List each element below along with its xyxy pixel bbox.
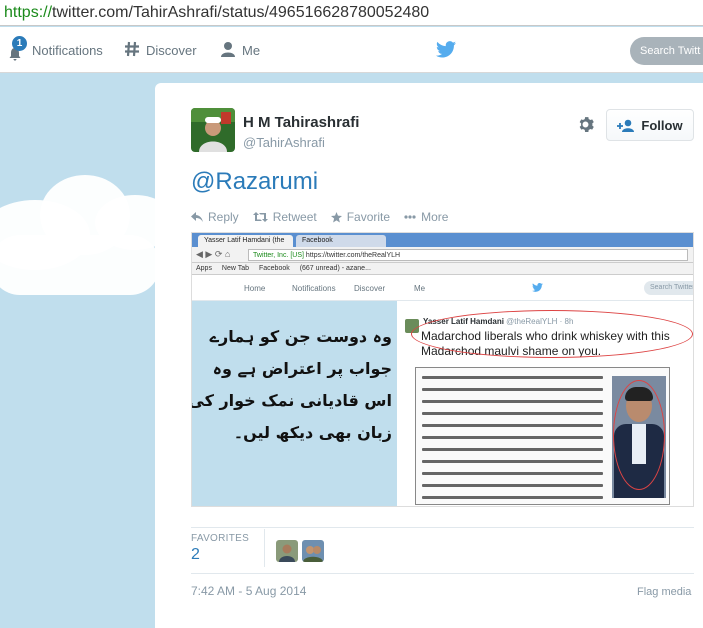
hashtag-icon <box>124 41 140 60</box>
media-url-secure: Twitter, Inc. [US] <box>253 252 304 259</box>
favoriter-avatar[interactable] <box>276 540 298 562</box>
user-screen-name[interactable]: @TahirAshrafi <box>243 135 325 150</box>
retweet-action[interactable]: Retweet <box>252 210 317 224</box>
media-portrait-photo <box>612 376 666 498</box>
tweet-text[interactable]: @Razarumi <box>191 168 318 196</box>
nav-discover-label: Discover <box>146 42 197 58</box>
nav-notifications-label: Notifications <box>32 42 103 58</box>
favorites-label: FAVORITES <box>191 533 250 544</box>
media-nav-arrows-icon: ◀ ▶ ⟳ ⌂ <box>196 249 231 259</box>
media-twitter-bird-icon <box>532 283 543 292</box>
highlight-oval <box>613 380 665 490</box>
urdu-line: اس قادیانی نمک خوار کی <box>191 391 392 410</box>
favorite-label: Favorite <box>346 210 391 224</box>
media-url-path: https://twitter.com/theRealYLH <box>305 252 401 259</box>
favorites-count[interactable]: 2 <box>191 546 200 564</box>
add-user-icon <box>617 119 635 132</box>
media-nav-notifications: Notifications <box>292 284 336 293</box>
stats-divider <box>191 527 694 528</box>
urdu-line: وہ دوست جن کو ہمارے <box>209 327 392 346</box>
person-icon <box>220 41 236 60</box>
text-line <box>422 424 603 427</box>
text-line <box>422 496 603 499</box>
media-address-bar: ◀ ▶ ⟳ ⌂ Twitter, Inc. [US] https://twitt… <box>192 247 693 263</box>
media-twitter-nav: Home Notifications Discover Me Search Tw… <box>192 275 693 301</box>
url-text[interactable]: https://twitter.com/TahirAshrafi/status/… <box>4 4 429 22</box>
tweet-card: H M Tahirashrafi @TahirAshrafi Follow @R… <box>155 83 703 628</box>
media-search: Search Twitter <box>644 281 693 295</box>
text-line <box>422 448 603 451</box>
media-bookmark: New Tab <box>221 265 250 272</box>
reply-action[interactable]: Reply <box>191 210 239 224</box>
media-nav-discover: Discover <box>354 284 386 293</box>
media-nav-me: Me <box>414 284 426 293</box>
stats-divider <box>191 573 694 574</box>
media-tab: Yasser Latif Hamdani (the <box>198 235 293 247</box>
text-line <box>422 484 603 487</box>
ellipsis-icon <box>404 215 416 219</box>
media-bookmark: Apps <box>196 265 212 272</box>
twitter-top-nav: 1 Notifications Discover Me Search Twitt <box>0 27 703 73</box>
text-line <box>422 400 603 403</box>
gear-icon[interactable] <box>577 116 594 138</box>
media-urdu-panel: وہ دوست جن کو ہمارے جواب پر اعتراض ہے وہ… <box>191 301 397 506</box>
browser-address-bar[interactable]: https://twitter.com/TahirAshrafi/status/… <box>0 0 703 26</box>
more-action[interactable]: More <box>404 210 448 224</box>
urdu-line: جواب پر اعتراض ہے وہ <box>212 359 392 378</box>
media-bookmarks-bar: Apps New Tab Facebook (667 unread) - aza… <box>192 263 693 275</box>
notification-count-badge: 1 <box>12 36 27 51</box>
media-browser-tabs: Yasser Latif Hamdani (the Facebook <box>192 233 693 247</box>
retweet-label: Retweet <box>272 210 317 224</box>
media-urdu-text: وہ دوست جن کو ہمارے جواب پر اعتراض ہے وہ… <box>191 321 392 449</box>
flag-media-link[interactable]: Flag media <box>637 586 691 598</box>
url-protocol: https:// <box>4 4 53 21</box>
text-line <box>422 460 603 463</box>
text-line <box>422 436 603 439</box>
media-nav-home: Home <box>244 284 266 293</box>
avatar[interactable] <box>191 108 235 152</box>
star-icon <box>330 211 342 223</box>
nav-notifications[interactable]: 1 Notifications <box>4 27 103 73</box>
follow-button-label: Follow <box>641 117 683 133</box>
reply-label: Reply <box>208 210 239 224</box>
url-path: twitter.com/TahirAshrafi/status/49651662… <box>52 4 430 21</box>
retweet-icon <box>252 212 268 222</box>
media-bookmark: Facebook <box>258 265 290 272</box>
nav-discover[interactable]: Discover <box>124 27 197 73</box>
twitter-bird-icon[interactable] <box>436 41 456 63</box>
nav-me[interactable]: Me <box>220 27 260 73</box>
follow-button[interactable]: Follow <box>606 109 694 141</box>
media-url: Twitter, Inc. [US] https://twitter.com/t… <box>248 249 688 261</box>
tweet-media-image[interactable]: Yasser Latif Hamdani (the Facebook ◀ ▶ ⟳… <box>191 232 694 507</box>
user-fullname[interactable]: H M Tahirashrafi <box>243 114 359 131</box>
stats-separator <box>264 529 265 567</box>
urdu-line: زبان بھی دیکھ لیں۔ <box>233 423 392 442</box>
media-inner-tweet: Yasser Latif Hamdani @theRealYLH · 8h Ma… <box>397 301 693 506</box>
text-line <box>422 376 603 379</box>
reply-icon <box>191 212 203 222</box>
media-bookmark: (667 unread) - azane... <box>299 265 371 272</box>
text-line <box>422 412 603 415</box>
media-newspaper-clipping <box>415 367 670 505</box>
highlight-oval <box>411 310 693 358</box>
favoriter-avatar[interactable] <box>302 540 324 562</box>
cloud-decoration <box>0 235 160 295</box>
search-input[interactable]: Search Twitt <box>630 37 703 65</box>
text-line <box>422 472 603 475</box>
media-tab: Facebook <box>296 235 386 247</box>
tweet-timestamp[interactable]: 7:42 AM - 5 Aug 2014 <box>191 584 306 598</box>
more-label: More <box>421 210 449 224</box>
text-line <box>422 388 603 391</box>
favorite-action[interactable]: Favorite <box>330 210 391 224</box>
nav-me-label: Me <box>242 42 261 58</box>
tweet-actions: Reply Retweet Favorite More <box>191 209 462 225</box>
